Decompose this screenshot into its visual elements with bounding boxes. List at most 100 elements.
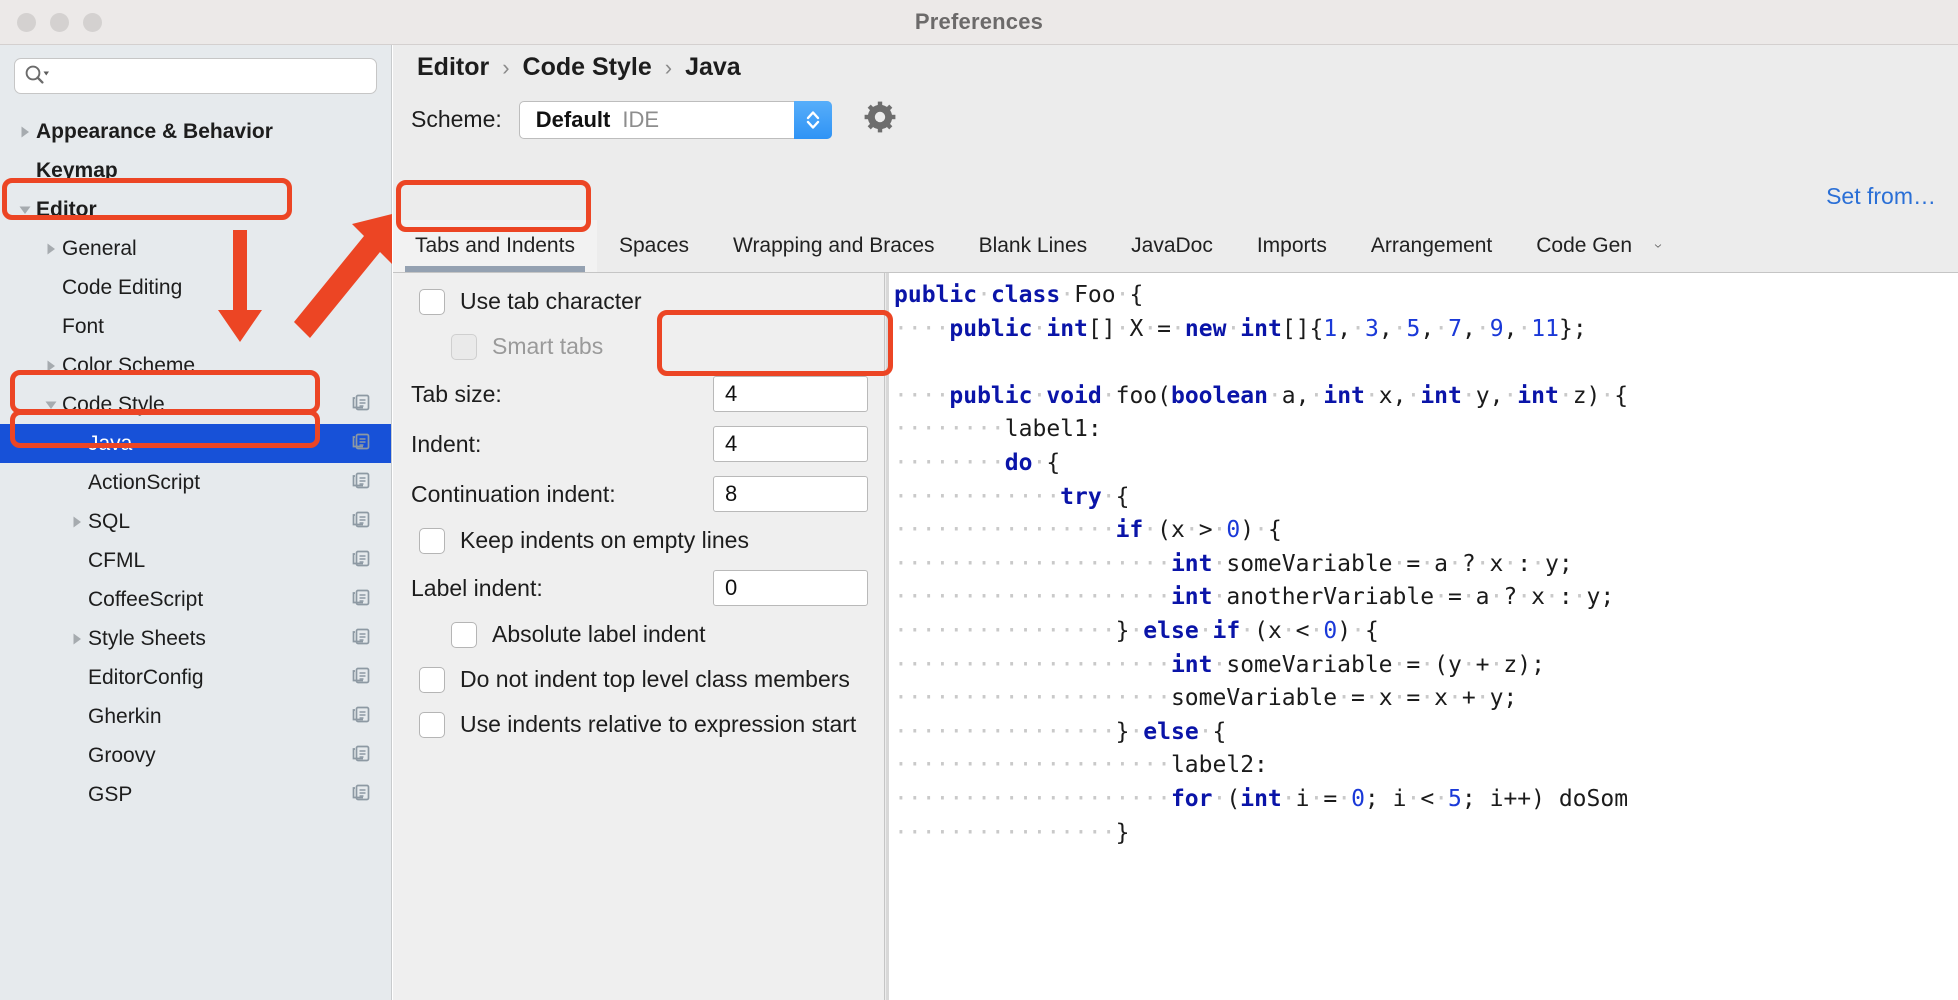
code-token: = [1447, 584, 1462, 611]
smart-tabs-checkbox [451, 333, 477, 360]
code-token: int [1046, 315, 1088, 342]
sidebar-item-java[interactable]: Java [0, 424, 391, 463]
tab-tabs-and-indents[interactable]: Tabs and Indents [393, 220, 597, 272]
use-tab-character-checkbox[interactable] [419, 288, 445, 315]
absolute-label-indent-checkbox[interactable] [451, 621, 477, 648]
breadcrumb-separator: › [664, 54, 673, 80]
tab-code-gene[interactable]: Code Gene [1514, 220, 1632, 272]
tab-blank-lines[interactable]: Blank Lines [957, 220, 1110, 272]
code-token: · [1461, 584, 1476, 611]
sidebar-item-editor[interactable]: Editor [0, 190, 391, 229]
absolute-label-indent-row[interactable]: Absolute label indent [451, 621, 706, 648]
sidebar-item-coffeescript[interactable]: CoffeeScript [0, 580, 391, 619]
no-indent-top-level-checkbox[interactable] [419, 666, 445, 693]
no-indent-top-level-row[interactable]: Do not indent top level class members [419, 666, 850, 693]
code-token: anotherVariable [1226, 584, 1435, 611]
twisty-collapsed-icon[interactable] [40, 229, 62, 268]
sidebar-item-general[interactable]: General [0, 229, 391, 268]
code-token: { [1115, 483, 1130, 510]
indents-relative-checkbox[interactable] [419, 711, 445, 738]
code-token: · [1503, 382, 1518, 409]
breadcrumb-part[interactable]: Code Style [523, 53, 652, 82]
use-tab-character-row[interactable]: Use tab character [419, 288, 642, 315]
twisty-collapsed-icon[interactable] [66, 502, 88, 541]
code-token: · [1309, 382, 1324, 409]
code-line: ····public·int[]·X·=·new·int[]{1,·3,·5,·… [894, 313, 1958, 347]
code-token: int [1170, 651, 1213, 678]
code-token: · [1434, 584, 1448, 611]
indents-relative-row[interactable]: Use indents relative to expression start [419, 711, 856, 738]
code-line: ····················for·(int·i·=·0; i·<·… [894, 783, 1958, 817]
code-token: · [1448, 685, 1462, 712]
copy-scheme-icon[interactable] [351, 625, 373, 653]
sidebar-item-gsp[interactable]: GSP [0, 775, 391, 814]
sidebar-item-appearance-behavior[interactable]: Appearance & Behavior [0, 112, 391, 151]
sidebar-item-sql[interactable]: SQL [0, 502, 391, 541]
tab-wrapping-and-braces[interactable]: Wrapping and Braces [711, 220, 957, 272]
code-token: · [1503, 550, 1518, 577]
copy-scheme-icon[interactable] [351, 430, 373, 458]
copy-scheme-icon[interactable] [351, 703, 373, 731]
twisty-collapsed-icon[interactable] [40, 346, 62, 385]
twisty-collapsed-icon[interactable] [66, 619, 88, 658]
sidebar-item-code-editing[interactable]: Code Editing [0, 268, 391, 307]
code-token: · [1198, 718, 1213, 745]
twisty-expanded-icon[interactable] [40, 385, 62, 424]
tab-arrangement[interactable]: Arrangement [1349, 220, 1514, 272]
copy-scheme-icon[interactable] [351, 508, 373, 536]
code-token: · [1212, 550, 1227, 577]
code-token: = [1406, 685, 1421, 712]
code-line: ····················int·someVariable·=·a… [894, 548, 1958, 582]
code-token: , [1461, 315, 1476, 342]
tab-spaces[interactable]: Spaces [597, 220, 711, 272]
sidebar-item-keymap[interactable]: Keymap [0, 151, 391, 190]
search-input[interactable] [14, 58, 377, 94]
twisty-expanded-icon[interactable] [14, 190, 36, 229]
sidebar-item-style-sheets[interactable]: Style Sheets [0, 619, 391, 658]
keep-indents-row[interactable]: Keep indents on empty lines [419, 527, 749, 554]
tab-javadoc[interactable]: JavaDoc [1109, 220, 1235, 272]
stepper-updown-icon[interactable] [793, 100, 832, 139]
code-token: < [1420, 785, 1435, 812]
breadcrumb-part[interactable]: Java [685, 53, 741, 82]
code-token: · [1351, 315, 1365, 342]
copy-scheme-icon[interactable] [351, 391, 373, 419]
tab-size-input[interactable]: 4 [713, 376, 868, 412]
code-token: · [1226, 315, 1241, 342]
sidebar-item-label: SQL [88, 509, 131, 533]
sidebar-item-editorconfig[interactable]: EditorConfig [0, 658, 391, 697]
sidebar-item-actionscript[interactable]: ActionScript [0, 463, 391, 502]
continuation-indent-input[interactable]: 8 [713, 476, 868, 512]
sidebar-item-label: Gherkin [88, 704, 162, 728]
code-token: , [1378, 315, 1393, 342]
copy-scheme-icon[interactable] [351, 586, 373, 614]
scheme-select[interactable]: Default IDE [518, 100, 832, 139]
code-token: ················ [894, 617, 1116, 644]
copy-scheme-icon[interactable] [351, 742, 373, 770]
code-token: · [1129, 617, 1144, 644]
tab-imports[interactable]: Imports [1235, 220, 1349, 272]
absolute-label-indent-label: Absolute label indent [492, 621, 706, 647]
sidebar-item-groovy[interactable]: Groovy [0, 736, 391, 775]
sidebar-item-cfml[interactable]: CFML [0, 541, 391, 580]
chevron-down-icon[interactable] [1632, 220, 1684, 272]
code-token: · [1364, 382, 1379, 409]
sidebar-item-code-style[interactable]: Code Style [0, 385, 391, 424]
copy-scheme-icon[interactable] [351, 469, 373, 497]
sidebar-item-gherkin[interactable]: Gherkin [0, 697, 391, 736]
copy-scheme-icon[interactable] [351, 547, 373, 575]
gear-icon[interactable] [863, 100, 897, 139]
sidebar-item-color-scheme[interactable]: Color Scheme [0, 346, 391, 385]
keep-indents-checkbox[interactable] [419, 527, 445, 554]
indent-input[interactable]: 4 [713, 426, 868, 462]
set-from-link[interactable]: Set from… [1826, 183, 1936, 210]
code-preview-panel[interactable]: public·class·Foo·{····public·int[]·X·=·n… [886, 273, 1958, 1000]
code-token: ···················· [894, 550, 1171, 577]
breadcrumb-part[interactable]: Editor [417, 53, 489, 82]
label-indent-input[interactable]: 0 [713, 570, 868, 606]
copy-scheme-icon[interactable] [351, 664, 373, 692]
code-token: ············ [894, 483, 1061, 510]
twisty-collapsed-icon[interactable] [14, 112, 36, 151]
sidebar-item-font[interactable]: Font [0, 307, 391, 346]
copy-scheme-icon[interactable] [351, 781, 373, 809]
